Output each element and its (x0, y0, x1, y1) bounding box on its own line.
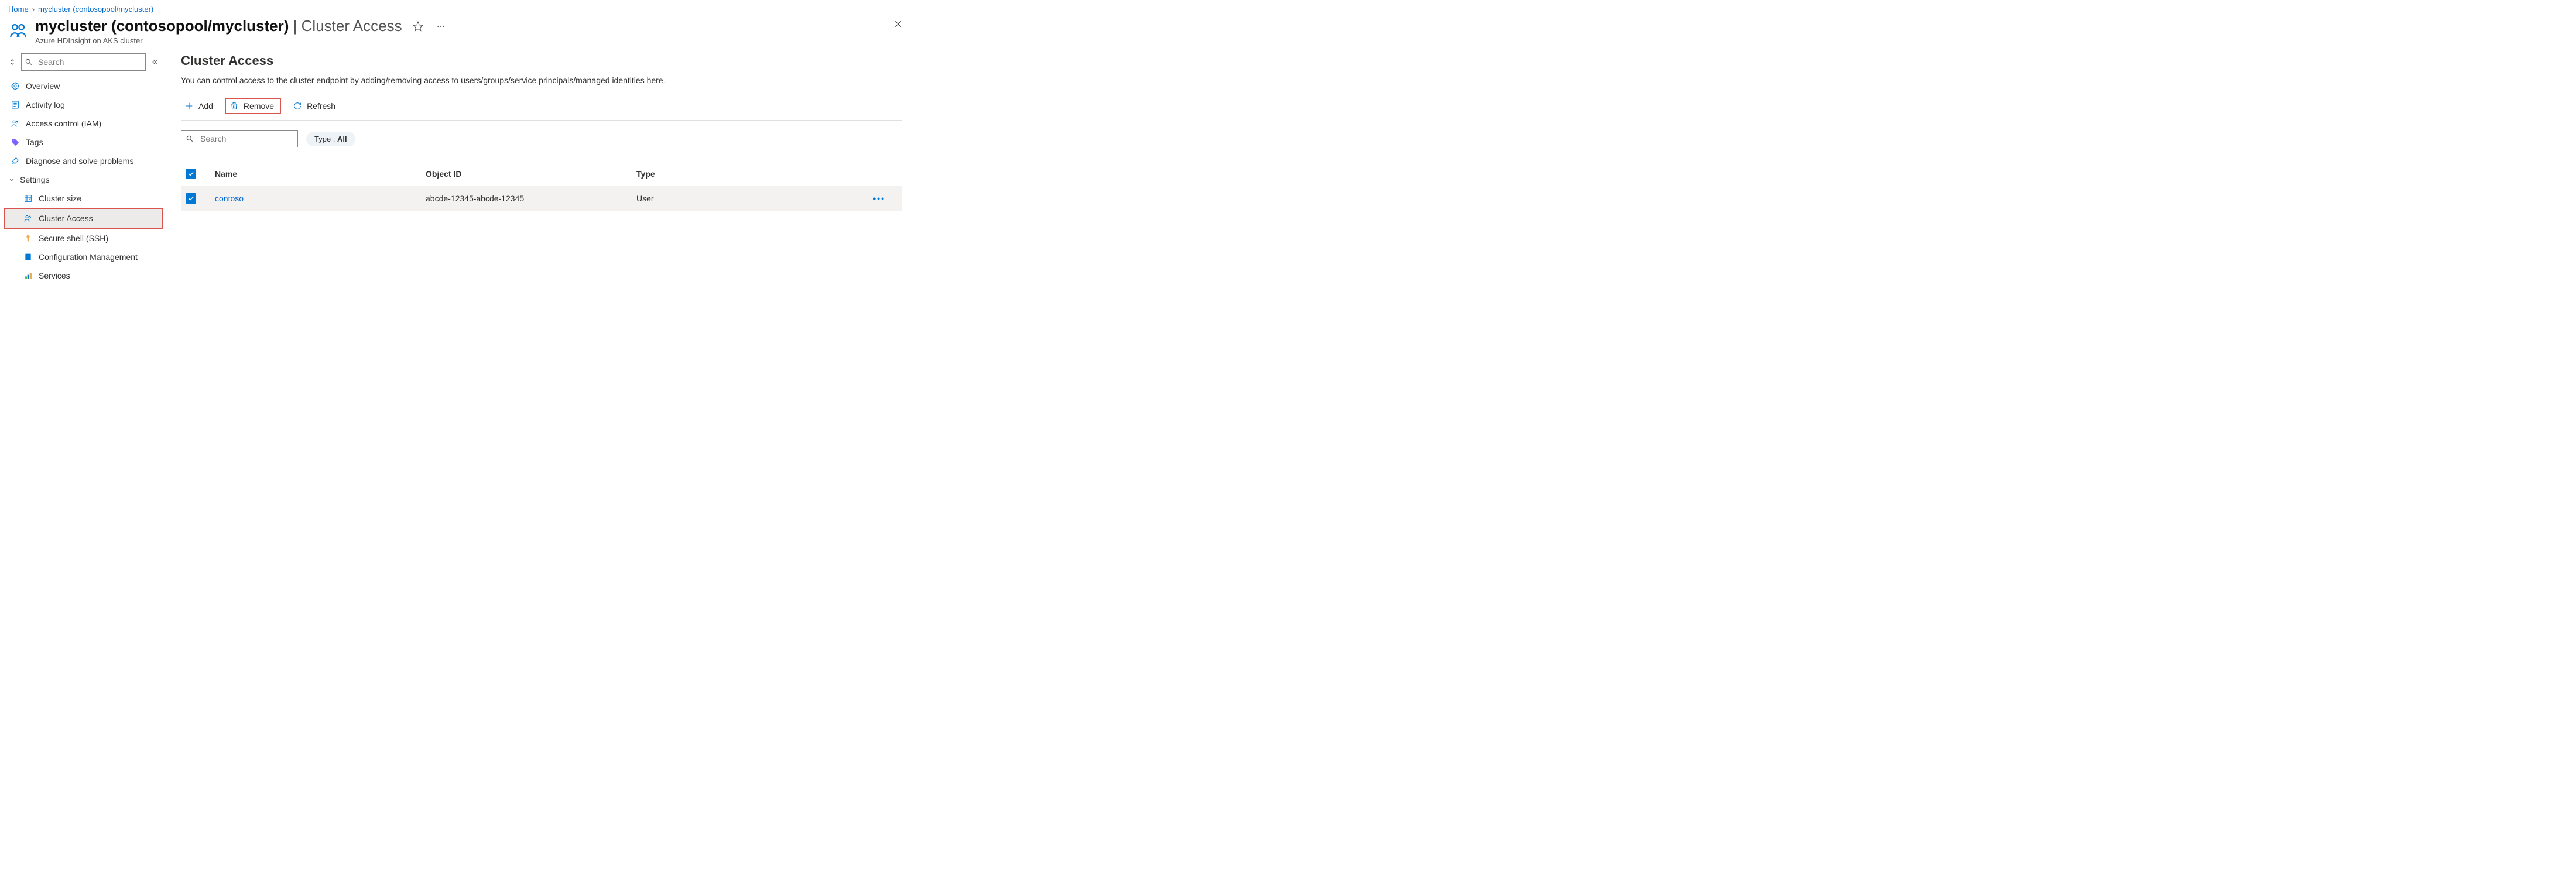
sidebar-item-diagnose[interactable]: Diagnose and solve problems (5, 152, 162, 170)
col-type[interactable]: Type (636, 169, 824, 179)
sidebar-item-label: Cluster size (39, 194, 81, 203)
access-table: Name Object ID Type contoso abcde-12345-… (181, 162, 902, 211)
cluster-icon (8, 20, 28, 40)
sidebar-section-settings[interactable]: Settings (5, 170, 162, 189)
sidebar-item-label: Tags (26, 138, 43, 147)
sidebar-item-label: Secure shell (SSH) (39, 234, 108, 243)
toolbar: Add Remove Refresh (181, 98, 902, 121)
search-icon (25, 58, 33, 66)
sidebar-item-cluster-size[interactable]: Cluster size (5, 189, 162, 208)
sidebar-item-secure-shell[interactable]: Secure shell (SSH) (5, 229, 162, 248)
sidebar-item-cluster-access[interactable]: Cluster Access (5, 209, 162, 228)
cell-name[interactable]: contoso (215, 194, 426, 203)
table-header: Name Object ID Type (181, 162, 902, 186)
sidebar-item-label: Overview (26, 81, 60, 91)
sidebar-item-label: Services (39, 271, 70, 280)
page-header: mycluster (contosopool/mycluster) | Clus… (0, 17, 913, 53)
col-object-id[interactable]: Object ID (426, 169, 636, 179)
remove-label: Remove (244, 101, 274, 111)
sidebar-item-label: Configuration Management (39, 252, 138, 262)
page-title: mycluster (contosopool/mycluster) | Clus… (35, 17, 402, 35)
highlight-cluster-access: Cluster Access (4, 208, 163, 229)
sidebar-item-tags[interactable]: Tags (5, 133, 162, 152)
breadcrumb-home[interactable]: Home (8, 5, 29, 13)
check-icon (187, 170, 194, 177)
main-content: Cluster Access You can control access to… (167, 53, 913, 285)
config-icon (23, 252, 33, 262)
access-control-icon (11, 119, 20, 128)
add-label: Add (198, 101, 213, 111)
sidebar-item-label: Cluster Access (39, 214, 93, 223)
sidebar-item-activity-log[interactable]: Activity log (5, 95, 162, 114)
breadcrumb: Home › mycluster (contosopool/mycluster) (0, 0, 913, 17)
page-subtitle: Azure HDInsight on AKS cluster (35, 36, 884, 45)
filter-search-input[interactable] (181, 130, 298, 147)
sidebar-item-label: Diagnose and solve problems (26, 156, 133, 166)
breadcrumb-separator: › (32, 5, 35, 13)
services-icon (23, 271, 33, 280)
breadcrumb-current[interactable]: mycluster (contosopool/mycluster) (38, 5, 153, 13)
sidebar-item-label: Access control (IAM) (26, 119, 101, 128)
select-all-checkbox[interactable] (186, 169, 196, 179)
overview-icon (11, 81, 20, 91)
ssh-icon (23, 234, 33, 243)
sidebar-item-access-control[interactable]: Access control (IAM) (5, 114, 162, 133)
collapse-sidebar-icon[interactable] (150, 58, 159, 66)
refresh-button[interactable]: Refresh (289, 99, 339, 113)
tags-icon (11, 138, 20, 147)
cell-object-id: abcde-12345-abcde-12345 (426, 194, 636, 203)
plus-icon (184, 101, 194, 111)
cell-type: User (636, 194, 824, 203)
sidebar-search-input[interactable] (21, 53, 146, 71)
check-icon (187, 195, 194, 202)
search-icon (186, 135, 194, 143)
row-checkbox[interactable] (186, 193, 196, 204)
refresh-icon (293, 101, 302, 111)
sidebar-item-overview[interactable]: Overview (5, 77, 162, 95)
diagnose-icon (11, 156, 20, 166)
reorder-icon[interactable] (8, 58, 16, 66)
more-commands-button[interactable] (434, 19, 448, 33)
chevron-down-icon (8, 176, 15, 183)
type-filter-label: Type : (314, 135, 337, 143)
row-more-button[interactable]: ••• (873, 194, 897, 203)
sidebar-search[interactable] (21, 53, 146, 71)
sidebar-item-config-mgmt[interactable]: Configuration Management (5, 248, 162, 266)
remove-button[interactable]: Remove (225, 98, 281, 114)
table-row[interactable]: contoso abcde-12345-abcde-12345 User ••• (181, 186, 902, 211)
refresh-label: Refresh (307, 101, 335, 111)
sidebar-section-label: Settings (20, 175, 50, 184)
main-description: You can control access to the cluster en… (181, 76, 902, 85)
sidebar-item-services[interactable]: Services (5, 266, 162, 285)
close-button[interactable] (891, 17, 905, 31)
add-button[interactable]: Add (181, 99, 217, 113)
type-filter-value: All (337, 135, 347, 143)
cluster-access-icon (23, 214, 33, 223)
cluster-size-icon (23, 194, 33, 203)
sidebar-item-label: Activity log (26, 100, 65, 109)
col-name[interactable]: Name (215, 169, 426, 179)
filter-search[interactable] (181, 130, 298, 147)
favorite-button[interactable] (410, 19, 426, 34)
activity-log-icon (11, 100, 20, 109)
filter-row: Type : All (181, 130, 902, 147)
sidebar: Overview Activity log Access control (IA… (0, 53, 167, 285)
main-title: Cluster Access (181, 53, 902, 68)
type-filter-pill[interactable]: Type : All (306, 132, 355, 146)
trash-icon (229, 101, 239, 111)
